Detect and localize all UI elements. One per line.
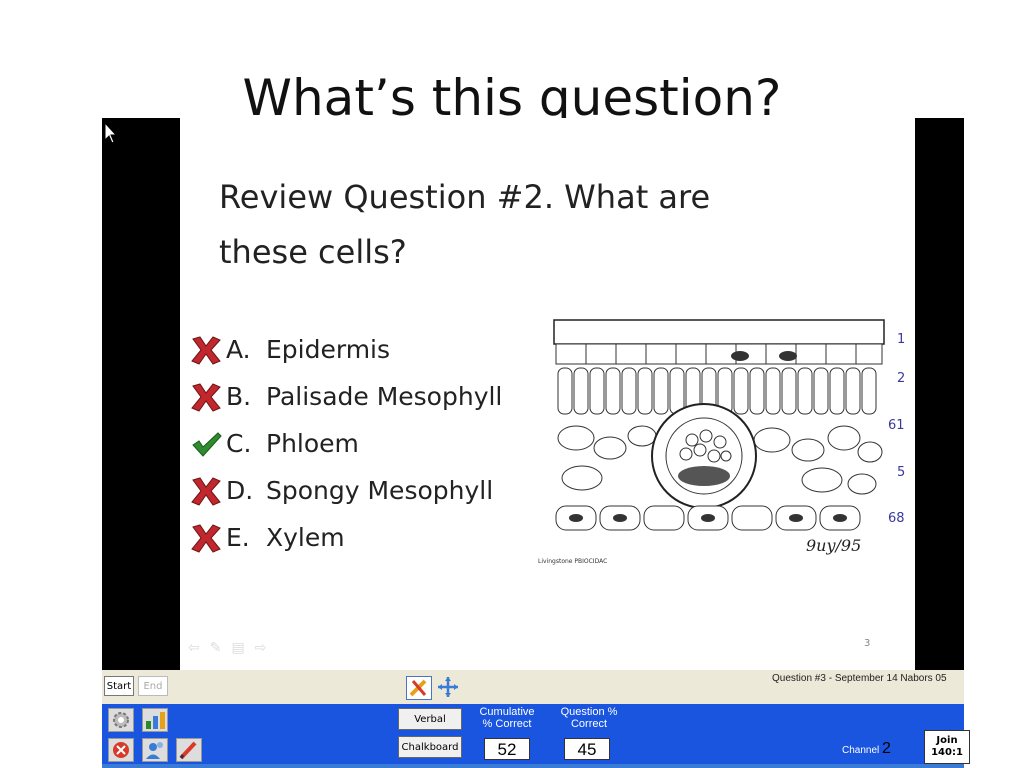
answer-text: Epidermis [266, 335, 391, 364]
menu-icon[interactable]: ▤ [231, 640, 244, 656]
question-info: Question #3 - September 14 Nabors 05 [772, 673, 947, 684]
wrong-x-icon [186, 330, 226, 370]
question-correct-value: 45 [564, 738, 610, 760]
answer-text: Xylem [266, 523, 345, 552]
close-circle-icon[interactable] [108, 738, 134, 762]
toolbar-top: Start End Question #3 - September 14 Nab… [102, 670, 964, 704]
join-label: Join [936, 735, 958, 746]
channel-number: 2 [882, 740, 891, 757]
users-icon[interactable] [142, 738, 168, 762]
figure-credit: Livingstone PBIOCIDAC [538, 558, 608, 565]
answer-letter: D. [226, 476, 254, 505]
answer-c: C. Phloem [186, 420, 502, 467]
slide-number: 3 [864, 638, 871, 649]
toolbar-bottom: Verbal Chalkboard Cumulative % Correct 5… [102, 704, 970, 768]
answer-letter: A. [226, 335, 251, 364]
cumulative-correct-value: 52 [484, 738, 530, 760]
answer-text: Palisade Mesophyll [266, 382, 503, 411]
next-arrow-icon[interactable]: ⇨ [255, 640, 267, 656]
end-button[interactable]: End [138, 676, 168, 696]
mouse-pointer-icon [104, 122, 118, 144]
wrong-x-icon [186, 471, 226, 511]
move-arrows-icon[interactable] [436, 676, 462, 700]
page-title: What’s this question? [242, 69, 782, 120]
join-time: 140:1 [931, 747, 963, 758]
answer-d: D. Spongy Mesophyll [186, 467, 502, 514]
answer-e: E. Xylem [186, 514, 502, 561]
figure-label: 5 [897, 465, 906, 480]
answer-list: A. Epidermis B. Palisade Mesophyll C. Ph… [186, 326, 502, 561]
slide: Review Question #2. What are these cells… [180, 118, 915, 670]
answer-text: Phloem [266, 429, 359, 458]
verbal-button[interactable]: Verbal [398, 708, 462, 730]
answer-letter: C. [226, 429, 252, 458]
figure-label: 1 [897, 332, 906, 347]
join-button[interactable]: Join 140:1 [924, 730, 970, 764]
bar-chart-icon[interactable] [142, 708, 168, 732]
channel-display: Channel 2 [842, 740, 891, 758]
cumulative-correct-label: Cumulative % Correct [479, 706, 535, 730]
projected-slide-area: Review Question #2. What are these cells… [102, 118, 964, 670]
taskbar-strip [102, 764, 964, 768]
question-correct-label: Question % Correct [560, 706, 618, 730]
figure-label: 68 [888, 511, 905, 526]
question-text: Review Question #2. What are these cells… [219, 178, 711, 271]
wrong-x-icon [186, 518, 226, 558]
answer-a: A. Epidermis [186, 326, 502, 373]
figure-label: 61 [888, 418, 905, 433]
chalkboard-button[interactable]: Chalkboard [398, 736, 462, 758]
channel-label: Channel [842, 745, 880, 756]
marker-pen-icon[interactable] [176, 738, 202, 762]
tools-icon[interactable] [406, 676, 432, 700]
answer-letter: E. [226, 523, 250, 552]
pen-icon[interactable]: ✎ [210, 640, 222, 656]
figure-label: 2 [897, 371, 906, 386]
answer-b: B. Palisade Mesophyll [186, 373, 502, 420]
start-button[interactable]: Start [104, 676, 134, 696]
leaf-cross-section-image [553, 319, 885, 531]
settings-gear-icon[interactable] [108, 708, 134, 732]
wrong-x-icon [186, 377, 226, 417]
answer-letter: B. [226, 382, 252, 411]
figure-signature: 9uy/95 [806, 536, 862, 555]
previous-arrow-icon[interactable]: ⇦ [188, 640, 200, 656]
answer-text: Spongy Mesophyll [266, 476, 494, 505]
slide-nav-controls: ⇦ ✎ ▤ ⇨ [188, 640, 266, 656]
correct-check-icon [186, 424, 226, 464]
